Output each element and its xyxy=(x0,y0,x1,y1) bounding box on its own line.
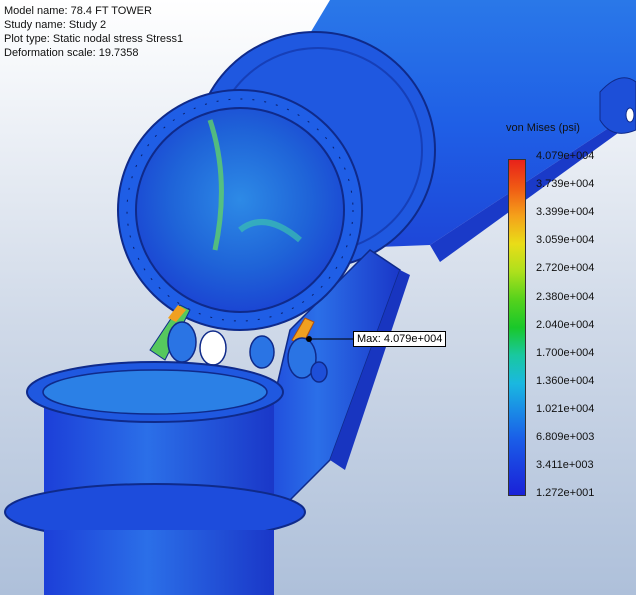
legend-color-bar xyxy=(508,159,526,496)
legend-label: 1.021e+004 xyxy=(536,402,595,415)
plot-type-text: Plot type: Static nodal stress Stress1 xyxy=(4,33,184,45)
legend-label: 3.739e+004 xyxy=(536,178,595,191)
legend-label: 6.809e+003 xyxy=(536,431,595,443)
legend-label: 1.272e+001 xyxy=(536,487,595,500)
upper-flange xyxy=(117,89,363,331)
legend-label: 1.360e+004 xyxy=(536,374,595,387)
legend-label: 4.079e+004 xyxy=(536,150,595,162)
model-name-text: Model name: 78.4 FT TOWER xyxy=(4,5,152,17)
max-stress-callout[interactable]: Max: 4.079e+004 xyxy=(353,331,447,347)
3d-viewport[interactable]: Model name: 78.4 FT TOWER Study name: St… xyxy=(0,0,636,595)
deformation-scale-text: Deformation scale: 19.7358 xyxy=(4,47,139,59)
legend-label: 2.380e+004 xyxy=(536,290,595,303)
legend-label: 3.411e+003 xyxy=(536,459,594,472)
study-name-text: Study name: Study 2 xyxy=(4,19,107,31)
legend-label: 3.399e+004 xyxy=(536,206,595,219)
lower-column xyxy=(4,361,306,595)
legend-label: 3.059e+004 xyxy=(536,234,595,247)
legend-label: 2.720e+004 xyxy=(536,262,595,275)
legend-label: 1.700e+004 xyxy=(536,346,595,359)
legend-label: 2.040e+004 xyxy=(536,318,595,331)
legend-title: von Mises (psi) xyxy=(506,122,580,134)
